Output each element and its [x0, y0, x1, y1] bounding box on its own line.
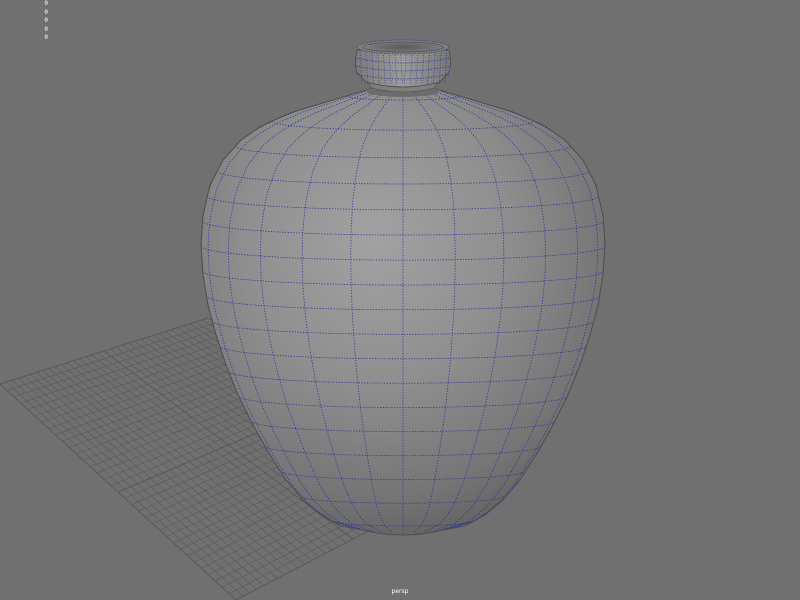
hud-row: 0 [0, 9, 48, 18]
hud-value: 0 [44, 34, 48, 41]
neck-collar [355, 49, 451, 88]
hud-row: 0 [0, 34, 48, 43]
heads-up-display: 00000 [0, 0, 48, 43]
hud-value: 0 [44, 25, 48, 33]
hud-label [0, 9, 36, 18]
hud-label [0, 26, 36, 35]
vase-neck[interactable] [355, 39, 451, 93]
camera-name-label: persp [391, 588, 409, 595]
hud-label [0, 34, 36, 43]
hud-label [0, 17, 36, 26]
hud-row: 0 [0, 17, 48, 26]
hud-value: 0 [44, 0, 48, 7]
hud-row: 0 [0, 26, 48, 35]
hud-row: 0 [0, 0, 48, 9]
vase-mesh[interactable] [200, 39, 606, 536]
scene-canvas[interactable] [0, 0, 800, 600]
hud-value: 0 [44, 17, 48, 24]
hud-value: 0 [44, 8, 48, 16]
hud-label [0, 0, 36, 9]
maya-perspective-viewport[interactable]: 00000 persp [0, 0, 800, 600]
